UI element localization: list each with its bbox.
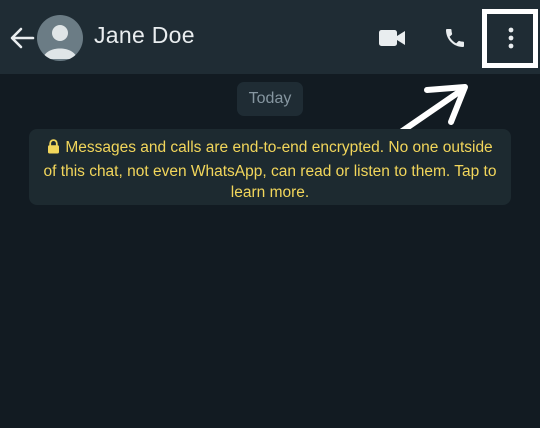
video-call-button[interactable] — [376, 24, 408, 52]
video-camera-icon — [379, 30, 405, 46]
annotation-highlight-box — [482, 9, 538, 68]
lock-icon — [47, 139, 60, 161]
encryption-notice[interactable]: Messages and calls are end-to-end encryp… — [29, 129, 511, 205]
chat-header: Jane Doe — [0, 0, 540, 74]
contact-name[interactable]: Jane Doe — [94, 22, 195, 49]
voice-call-button[interactable] — [440, 24, 470, 52]
date-divider: Today — [237, 82, 303, 116]
arrow-left-icon — [10, 27, 35, 49]
default-avatar-icon — [43, 25, 77, 59]
back-button[interactable] — [8, 24, 36, 52]
contact-avatar[interactable] — [37, 15, 83, 61]
phone-icon — [446, 29, 464, 47]
encryption-notice-text: Messages and calls are end-to-end encryp… — [43, 139, 497, 201]
